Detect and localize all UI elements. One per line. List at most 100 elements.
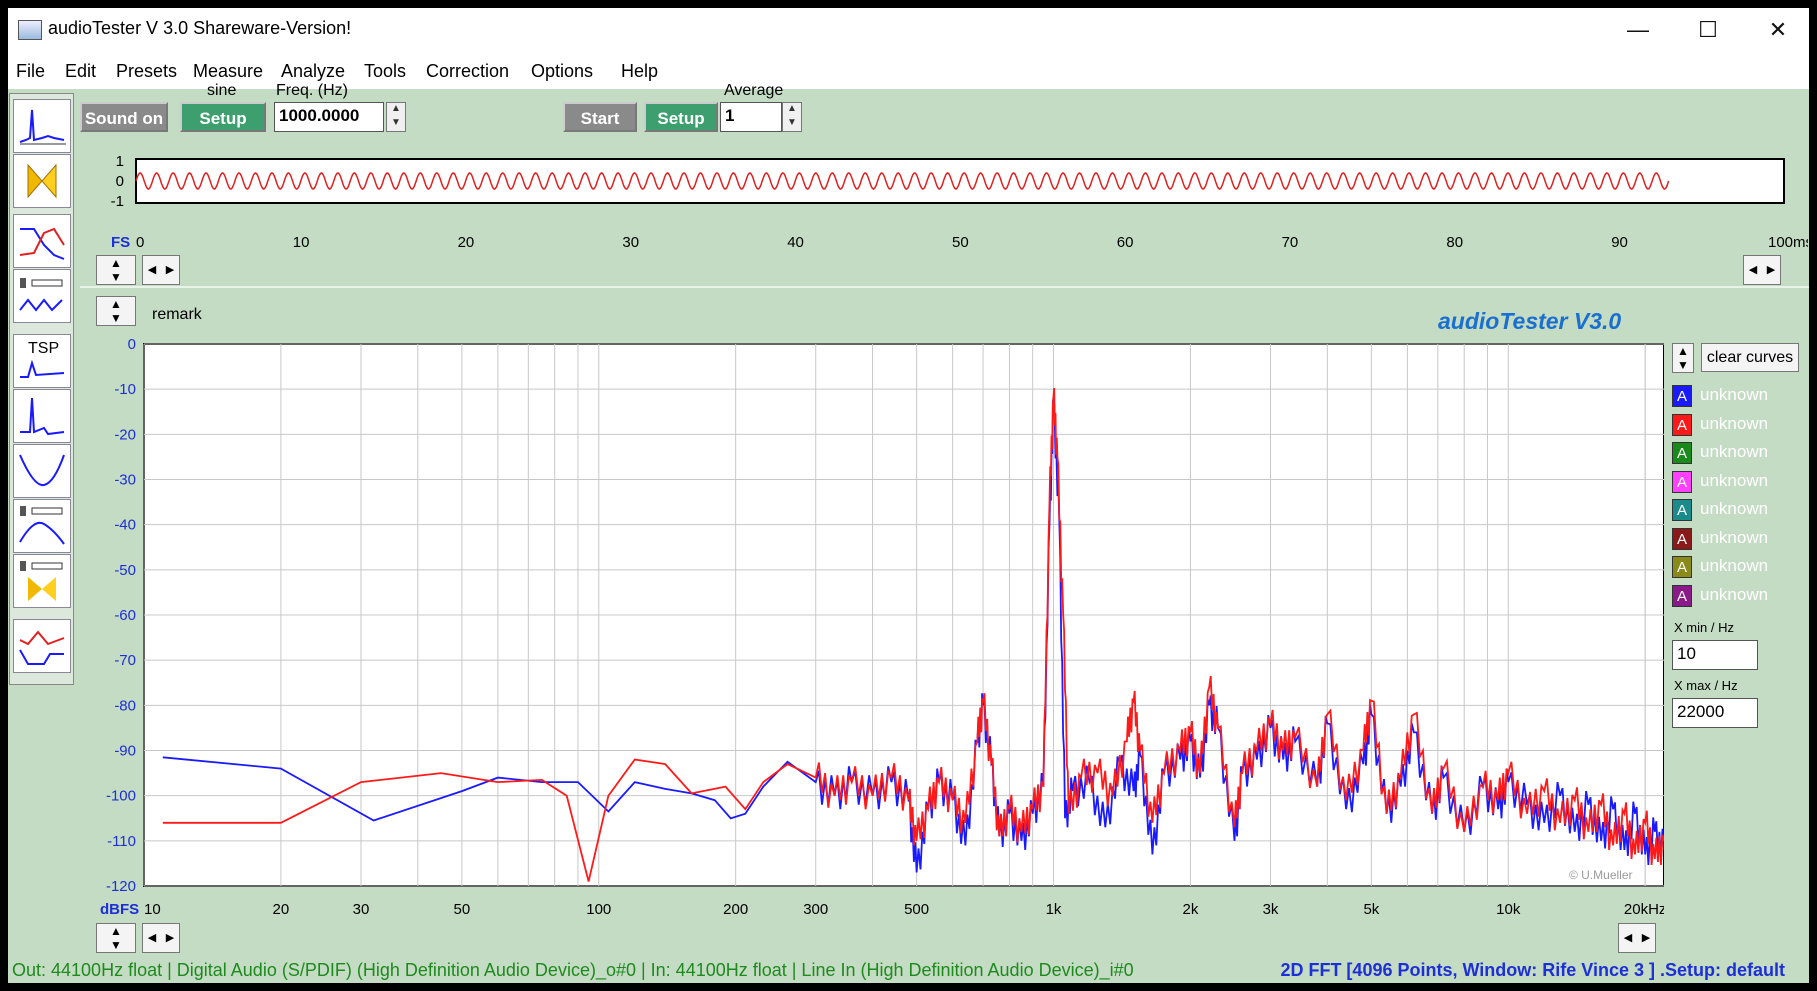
scope-x-tick: 0 [136,234,144,251]
curve-color-swatch[interactable]: A [1672,470,1692,493]
x-min-label: X min / Hz [1674,620,1734,635]
menu-presets[interactable]: Presets [116,61,177,82]
speaker-response-tool-icon[interactable] [13,499,71,553]
menu-correction[interactable]: Correction [426,61,509,82]
speaker-butterfly-tool-icon[interactable] [13,554,71,608]
scope-x-tick: 40 [787,234,804,251]
app-icon [18,20,42,40]
scope-y-scale-stepper[interactable]: ▲ ▼ [96,255,136,285]
y-tick-label: -50 [114,562,136,579]
menu-tools[interactable]: Tools [364,61,406,82]
y-unit-label: dBFS [100,901,139,918]
divider [80,286,1809,288]
window-title: audioTester V 3.0 Shareware-Version! [48,18,352,38]
fft-y-range-stepper[interactable]: ▲ ▼ [96,296,136,326]
menu-edit[interactable]: Edit [65,61,96,82]
x-tick-label: 3k [1263,901,1279,918]
average-stepper[interactable]: ▲ ▼ [782,102,802,132]
start-button[interactable]: Start [563,102,637,132]
fft-x-scroll[interactable]: ◀ ▶ [142,923,180,953]
x-tick-label: 500 [904,901,929,918]
x-max-label: X max / Hz [1674,678,1738,693]
y-tick-label: -70 [114,652,136,669]
minimize-button[interactable]: — [1603,8,1673,51]
y-tick-label: -20 [114,426,136,443]
bode-tool-icon[interactable] [13,214,71,268]
maximize-button[interactable]: ☐ [1673,8,1743,51]
curve-label: unknown [1700,470,1769,490]
y-tick-label: -40 [114,517,136,534]
fs-label: FS [111,234,130,251]
x-min-input[interactable]: 10 [1672,640,1758,670]
analysis-status: 2D FFT [4096 Points, Window: Rife Vince … [1280,960,1785,980]
legend-stepper[interactable]: ▲ ▼ [1672,343,1694,373]
curve-label: unknown [1700,442,1769,461]
x-tick-label: 50 [454,901,471,918]
x-tick-label: 10 [144,901,161,918]
y-tick-label: -60 [114,607,136,624]
scope-y-tick: 1 [116,153,124,170]
curve-color-swatch[interactable]: A [1672,442,1692,464]
impedance-tool-icon[interactable] [13,444,71,498]
copyright-label: © U.Mueller [1569,868,1633,882]
curve-color-swatch[interactable]: A [1672,385,1692,407]
curve-color-swatch[interactable]: A [1672,499,1692,521]
menu-measure[interactable]: Measure [193,61,263,82]
signal-setup-button[interactable]: Setup [180,102,266,132]
y-tick-label: -90 [114,743,136,760]
scope-x-tick: 50 [952,234,969,251]
menu-analyze[interactable]: Analyze [281,61,345,82]
x-tick-label: 20kHz [1624,901,1664,918]
speaker-tool-icon[interactable] [13,269,71,323]
y-tick-label: -120 [106,878,136,895]
curve-color-swatch[interactable]: A [1672,556,1692,578]
scope-x-tick: 70 [1282,234,1299,251]
tsp-tool-icon[interactable]: TSP [13,334,71,388]
tool-palette: TSP [9,93,74,685]
curve-color-swatch[interactable]: A [1672,413,1692,436]
menu-file[interactable]: File [16,61,45,82]
scope-y-tick: -1 [111,193,124,210]
fft-x-scroll-right[interactable]: ◀ ▶ [1618,923,1656,953]
x-max-input[interactable]: 22000 [1672,698,1758,728]
fft-y-scale-stepper[interactable]: ▲ ▼ [96,923,136,953]
y-tick-label: -100 [106,788,136,805]
sound-on-button[interactable]: Sound on [80,102,168,132]
fft-chart: 0 -10 -20 -30 -40 -50 -60 -70 -80 -90 -100 -110 -120… [100,338,1664,918]
curve-color-swatch[interactable]: A [1672,584,1692,607]
scope-x-scroll[interactable]: ◀ ▶ [142,255,180,285]
x-tick-label: 100 [586,901,611,918]
curve-label: unknown [1700,385,1769,404]
x-tick-label: 10k [1496,901,1521,918]
measure-setup-button[interactable]: Setup [644,102,718,132]
curve-color-swatch[interactable]: A [1672,527,1692,550]
average-input[interactable]: 1 [720,102,782,132]
y-tick-label: -80 [114,697,136,714]
spectrum-tool-icon[interactable] [13,99,71,153]
scope-x-tick: 90 [1611,234,1628,251]
signal-type-label: sine [207,82,237,99]
scope-x-tick: 80 [1446,234,1463,251]
clear-curves-button[interactable]: clear curves [1701,343,1799,372]
x-tick-label: 300 [803,901,828,918]
remark-label: remark [152,306,202,323]
menu-options[interactable]: Options [531,61,593,82]
curve-label: unknown [1700,413,1769,433]
curve-label: unknown [1700,499,1769,518]
scope-x-tick: 10 [293,234,310,251]
freq-stepper[interactable]: ▲ ▼ [386,102,406,132]
x-tick-label: 1k [1046,901,1062,918]
correction-tool-icon[interactable] [13,619,71,673]
time-scope: 1 0 -1 0 10 20 30 40 50 60 70 80 90 FS 100ms [111,153,1808,251]
menu-help[interactable]: Help [621,61,658,82]
scope-x-tick: 30 [622,234,639,251]
freq-input[interactable]: 1000.0000 [274,102,384,132]
status-bar: Out: 44100Hz float | Digital Audio (S/PD… [8,958,1809,983]
scope-x-scroll-right[interactable]: ◀ ▶ [1743,255,1781,285]
brand-label: audioTester V3.0 [1438,308,1622,334]
close-button[interactable]: ✕ [1743,8,1813,51]
scope-y-tick: 0 [116,173,124,190]
butterfly-tool-icon[interactable] [13,154,71,208]
x-tick-label: 5k [1363,901,1379,918]
impulse-tool-icon[interactable] [13,389,71,443]
